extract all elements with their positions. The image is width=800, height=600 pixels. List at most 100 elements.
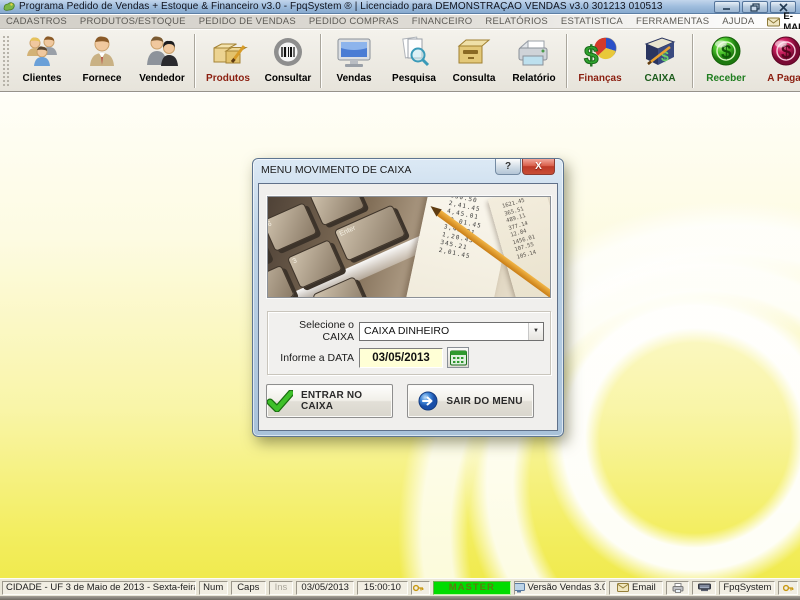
status-user-badge: MASTER bbox=[433, 581, 510, 595]
toolbar-label: Fornece bbox=[83, 73, 122, 84]
toolbar-separator bbox=[194, 34, 196, 88]
menu-ferramentas[interactable]: FERRAMENTAS bbox=[636, 16, 709, 27]
finance-pie-icon: $ bbox=[580, 33, 620, 73]
toolbar-label: Clientes bbox=[23, 73, 62, 84]
toolbar-separator bbox=[566, 34, 568, 88]
toolbar-label: Pesquisa bbox=[392, 73, 436, 84]
toolbar-grip[interactable] bbox=[2, 35, 10, 87]
form-groupbox: Selecione o CAIXA CAIXA DINHEIRO ▼ Infor… bbox=[267, 311, 551, 375]
status-terminal-panel bbox=[692, 581, 716, 595]
toolbar-relatorio-button[interactable]: Relatório bbox=[504, 32, 564, 90]
toolbar-financas-button[interactable]: $ Finanças bbox=[570, 32, 630, 90]
toolbar-label: Produtos bbox=[206, 73, 250, 84]
menu-estatistica[interactable]: ESTATISTICA bbox=[561, 16, 623, 27]
dialog-title: MENU MOVIMENTO DE CAIXA bbox=[261, 164, 411, 176]
calendar-icon bbox=[450, 350, 467, 366]
toolbar-label: Receber bbox=[706, 73, 745, 84]
status-brand: FpqSystem bbox=[719, 581, 775, 595]
dialog-close-button[interactable]: X bbox=[522, 159, 555, 175]
toolbar-label: Vendedor bbox=[139, 73, 185, 84]
toolbar-separator bbox=[320, 34, 322, 88]
menu-pedido-de-vendas[interactable]: PEDIDO DE VENDAS bbox=[199, 16, 296, 27]
toolbar-label: Consultar bbox=[265, 73, 312, 84]
caixa-select-label: Selecione o CAIXA bbox=[268, 319, 354, 343]
caixa-select[interactable]: CAIXA DINHEIRO ▼ bbox=[359, 322, 544, 341]
search-docs-icon bbox=[394, 33, 434, 73]
toolbar-label: Relatório bbox=[512, 73, 555, 84]
toolbar-clientes-button[interactable]: Clientes bbox=[12, 32, 72, 90]
sair-label: SAIR DO MENU bbox=[446, 396, 522, 407]
toolbar-label: Vendas bbox=[336, 73, 371, 84]
caixa-dialog: MENU MOVIMENTO DE CAIXA ? X 6 3 Enter bbox=[252, 158, 564, 437]
status-user: MASTER bbox=[449, 582, 495, 593]
entrar-no-caixa-button[interactable]: ENTRAR NO CAIXA bbox=[266, 384, 393, 418]
terminal-icon bbox=[698, 583, 711, 592]
products-icon bbox=[208, 33, 248, 73]
file-drawer-icon bbox=[454, 33, 494, 73]
restore-button[interactable] bbox=[742, 1, 768, 13]
toolbar: Clientes Fornece Vendedor bbox=[0, 29, 800, 92]
toolbar-produtos-button[interactable]: Produtos bbox=[198, 32, 258, 90]
toolbar-fornecedor-button[interactable]: Fornece bbox=[72, 32, 132, 90]
printer-icon bbox=[672, 583, 684, 593]
toolbar-label: Consulta bbox=[453, 73, 496, 84]
toolbar-caixa-button[interactable]: $ CAIXA bbox=[630, 32, 690, 90]
arrow-right-icon bbox=[418, 391, 438, 411]
menu-produtos-estoque[interactable]: PRODUTOS/ESTOQUE bbox=[80, 16, 186, 27]
status-key-panel bbox=[411, 581, 431, 595]
check-icon bbox=[267, 390, 293, 412]
computer-icon bbox=[514, 583, 525, 593]
status-key-panel-2 bbox=[778, 581, 798, 595]
toolbar-separator bbox=[692, 34, 694, 88]
sair-do-menu-button[interactable]: SAIR DO MENU bbox=[407, 384, 534, 418]
seller-icon bbox=[142, 33, 182, 73]
key-icon bbox=[783, 583, 794, 593]
barcode-icon bbox=[268, 33, 308, 73]
status-ins: Ins bbox=[269, 581, 293, 595]
toolbar-consultar-button[interactable]: Consultar bbox=[258, 32, 318, 90]
envelope-icon bbox=[767, 17, 780, 27]
title-bar: Programa Pedido de Vendas + Estoque & Fi… bbox=[0, 0, 800, 14]
toolbar-vendas-button[interactable]: Vendas bbox=[324, 32, 384, 90]
toolbar-label: CAIXA bbox=[644, 73, 675, 84]
envelope-icon bbox=[617, 583, 629, 592]
application-window: Programa Pedido de Vendas + Estoque & Fi… bbox=[0, 0, 800, 600]
status-num: Num bbox=[199, 581, 228, 595]
monitor-icon bbox=[334, 33, 374, 73]
toolbar-label: Finanças bbox=[578, 73, 621, 84]
dialog-content: 6 3 Enter 3,01.45 230.50 2,41.45 4,45.01… bbox=[258, 183, 558, 431]
status-location: CIDADE - UF 3 de Maio de 2013 - Sexta-fe… bbox=[2, 581, 196, 595]
status-bar: CIDADE - UF 3 de Maio de 2013 - Sexta-fe… bbox=[0, 578, 800, 596]
menu-ajuda[interactable]: AJUDA bbox=[722, 16, 754, 27]
toolbar-vendedor-button[interactable]: Vendedor bbox=[132, 32, 192, 90]
receive-dollar-icon: $ bbox=[706, 33, 746, 73]
status-version: Versão Vendas 3.0 bbox=[514, 581, 607, 595]
minimize-button[interactable] bbox=[714, 1, 740, 13]
date-input[interactable]: 03/05/2013 bbox=[359, 348, 443, 368]
pay-dollar-icon: $ bbox=[766, 33, 800, 73]
status-email: Email bbox=[609, 581, 663, 595]
status-caps: Caps bbox=[231, 581, 266, 595]
window-title: Programa Pedido de Vendas + Estoque & Fi… bbox=[19, 1, 663, 12]
dialog-help-button[interactable]: ? bbox=[495, 159, 521, 175]
menu-bar: CADASTROS PRODUTOS/ESTOQUE PEDIDO DE VEN… bbox=[0, 15, 800, 29]
menu-financeiro[interactable]: FINANCEIRO bbox=[412, 16, 473, 27]
status-date: 03/05/2013 bbox=[296, 581, 354, 595]
supplier-icon bbox=[82, 33, 122, 73]
toolbar-apagar-button[interactable]: $ A Pagar bbox=[756, 32, 800, 90]
cash-book-icon: $ bbox=[640, 33, 680, 73]
toolbar-pesquisa-button[interactable]: Pesquisa bbox=[384, 32, 444, 90]
key-icon bbox=[413, 583, 424, 593]
calendar-button[interactable] bbox=[447, 347, 469, 368]
window-bottom-edge bbox=[0, 596, 800, 600]
chevron-down-icon[interactable]: ▼ bbox=[528, 323, 543, 340]
entrar-label: ENTRAR NO CAIXA bbox=[301, 390, 392, 412]
menu-relatorios[interactable]: RELATÓRIOS bbox=[485, 16, 548, 27]
menu-cadastros[interactable]: CADASTROS bbox=[6, 16, 67, 27]
status-time: 15:00:10 bbox=[357, 581, 407, 595]
svg-text:$: $ bbox=[584, 40, 599, 70]
toolbar-consulta-button[interactable]: Consulta bbox=[444, 32, 504, 90]
toolbar-receber-button[interactable]: $ Receber bbox=[696, 32, 756, 90]
clients-icon bbox=[22, 33, 62, 73]
menu-pedido-compras[interactable]: PEDIDO COMPRAS bbox=[309, 16, 399, 27]
